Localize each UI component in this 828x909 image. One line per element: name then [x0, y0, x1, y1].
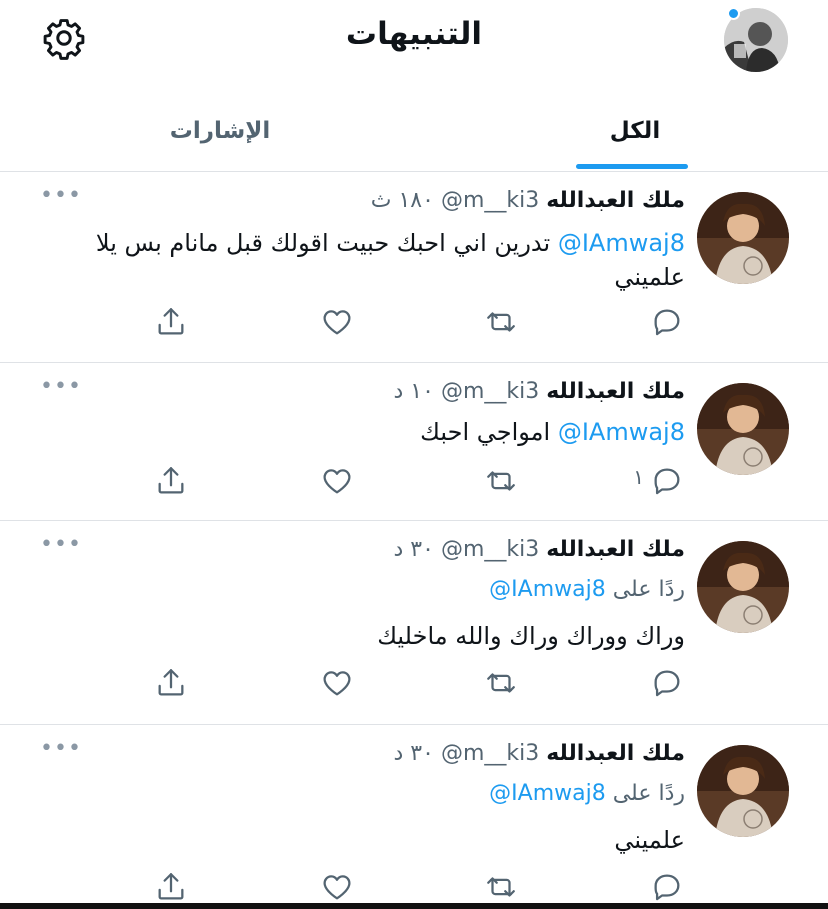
author-name[interactable]: ملك العبدالله: [546, 741, 685, 766]
tweet-text: @IAmwaj8 امواجي احبك: [85, 415, 685, 449]
author-name[interactable]: ملك العبدالله: [546, 537, 685, 562]
author-handle: @m__ki3: [440, 537, 540, 562]
reply-icon: [654, 670, 680, 697]
author-avatar[interactable]: [697, 745, 789, 837]
tab-all[interactable]: الكل: [560, 90, 710, 171]
heart-icon: [323, 469, 351, 494]
like-button[interactable]: [320, 661, 354, 705]
tweet-time: ١٠ د: [393, 379, 434, 404]
author-avatar[interactable]: [697, 541, 789, 633]
mention-link[interactable]: @IAmwaj8: [558, 229, 685, 257]
retweet-icon: [487, 673, 515, 693]
share-button[interactable]: [154, 300, 188, 344]
tweet-body: امواجي احبك: [420, 418, 551, 446]
tweet-text: علميني: [614, 826, 685, 854]
retweet-icon: [487, 877, 515, 897]
like-button[interactable]: [320, 459, 354, 503]
reply-button[interactable]: [650, 300, 684, 344]
share-icon: [158, 873, 184, 900]
share-button[interactable]: [154, 459, 188, 503]
top-bar: التنبيهات: [0, 0, 828, 90]
reply-icon: [654, 874, 680, 901]
tweet-actions: [0, 661, 828, 705]
share-icon: [158, 467, 184, 494]
author-handle: @m__ki3: [440, 188, 540, 213]
replying-to-label: ردًا على: [612, 781, 685, 806]
mention-link[interactable]: @IAmwaj8: [489, 577, 606, 602]
retweet-button[interactable]: [484, 459, 518, 503]
tweet-header: ملك العبدالله @m__ki3 ٣٠ د: [394, 535, 686, 565]
tweet-header: ملك العبدالله @m__ki3 ١٠ د: [394, 377, 686, 407]
reply-count: ١: [633, 465, 644, 489]
page-title: التنبيهات: [345, 16, 483, 52]
share-icon: [158, 669, 184, 696]
heart-icon: [323, 671, 351, 696]
tweet-text: @IAmwaj8 تدرين اني احبك حبيت اقولك قبل م…: [85, 226, 685, 294]
tweet-actions: ١: [0, 459, 828, 503]
reply-button[interactable]: [650, 459, 684, 503]
author-handle: @m__ki3: [440, 741, 540, 766]
like-button[interactable]: [320, 300, 354, 344]
share-button[interactable]: [154, 661, 188, 705]
mention-link[interactable]: @IAmwaj8: [558, 418, 685, 446]
more-options-button[interactable]: •••: [40, 185, 81, 210]
author-avatar[interactable]: [697, 192, 789, 284]
author-name[interactable]: ملك العبدالله: [546, 188, 685, 213]
author-handle: @m__ki3: [440, 379, 540, 404]
notification-dot: [727, 7, 740, 20]
reply-icon: [654, 309, 680, 336]
active-tab-indicator: [576, 164, 688, 169]
tweet-item[interactable]: ملك العبدالله @m__ki3 ٣٠ د ••• ردًا على …: [0, 725, 828, 909]
tweet-item[interactable]: ملك العبدالله @m__ki3 ١٠ د ••• @IAmwaj8 …: [0, 363, 828, 521]
reply-button[interactable]: [650, 661, 684, 705]
mention-link[interactable]: @IAmwaj8: [489, 781, 606, 806]
retweet-icon: [487, 471, 515, 491]
replying-to: ردًا على @IAmwaj8: [489, 779, 685, 809]
retweet-button[interactable]: [484, 661, 518, 705]
reply-icon: [654, 468, 680, 495]
notification-tabs: الكل الإشارات: [0, 90, 828, 172]
more-options-button[interactable]: •••: [40, 738, 81, 763]
tweet-text: وراك ووراك وراك والله ماخليك: [377, 622, 685, 650]
replying-to: ردًا على @IAmwaj8: [489, 575, 685, 605]
tweet-time: ١٨٠ ث: [370, 188, 434, 213]
tweet-header: ملك العبدالله @m__ki3 ٣٠ د: [394, 739, 686, 769]
tweet-header: ملك العبدالله @m__ki3 ١٨٠ ث: [371, 186, 685, 216]
tweet-item[interactable]: ملك العبدالله @m__ki3 ٣٠ د ••• ردًا على …: [0, 521, 828, 725]
tweet-time: ٣٠ د: [393, 537, 434, 562]
heart-icon: [323, 875, 351, 900]
heart-icon: [323, 310, 351, 335]
bottom-edge-bar: [0, 903, 828, 909]
replying-to-label: ردًا على: [612, 577, 685, 602]
retweet-icon: [487, 312, 515, 332]
more-options-button[interactable]: •••: [40, 376, 81, 401]
tab-mentions[interactable]: الإشارات: [120, 90, 320, 171]
tweet-actions: [0, 300, 828, 344]
author-name[interactable]: ملك العبدالله: [546, 379, 685, 404]
tweet-time: ٣٠ د: [393, 741, 434, 766]
share-icon: [158, 308, 184, 335]
tweet-item[interactable]: ملك العبدالله @m__ki3 ١٨٠ ث ••• @IAmwaj8…: [0, 172, 828, 363]
retweet-button[interactable]: [484, 300, 518, 344]
more-options-button[interactable]: •••: [40, 534, 81, 559]
